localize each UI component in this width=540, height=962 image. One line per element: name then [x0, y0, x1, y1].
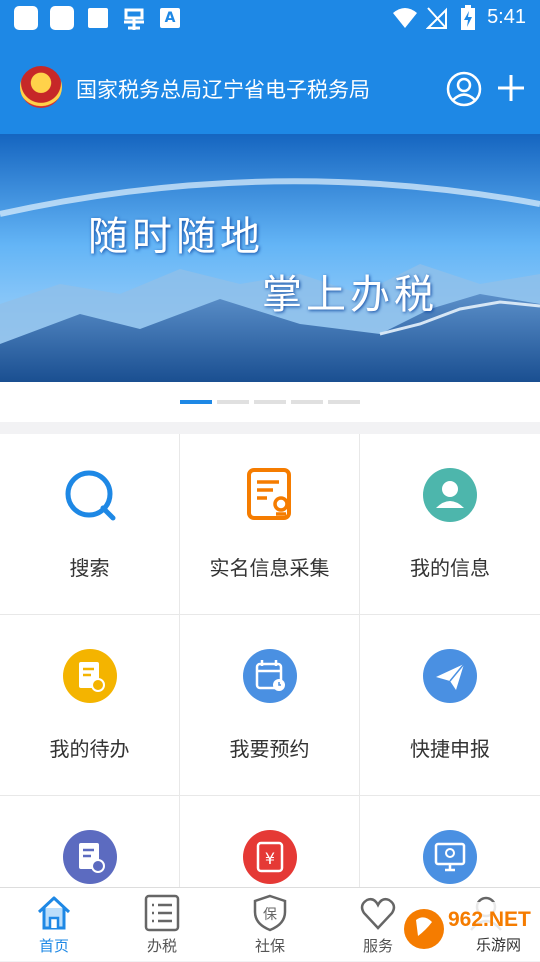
page-title: 国家税务总局辽宁省电子税务局 — [76, 78, 370, 102]
grid-item-invoice[interactable]: ¥ — [180, 796, 360, 887]
tax-emblem-icon — [20, 66, 62, 108]
grid-item-label: 快捷申报 — [410, 737, 490, 761]
app-icon: A — [160, 8, 180, 28]
heart-icon — [360, 897, 396, 930]
grid-item-my-todo[interactable]: 我的待办 — [0, 615, 180, 796]
wifi-icon — [393, 8, 417, 28]
watermark-sub: 乐游网 — [476, 936, 522, 954]
grid-item-real-name[interactable]: 实名信息采集 — [180, 434, 360, 615]
send-icon — [423, 649, 477, 703]
promo-banner[interactable]: 随时随地 掌上办税 — [0, 134, 540, 382]
svg-text:保: 保 — [263, 907, 277, 923]
watermark-logo: 962.NET 乐游网 — [398, 900, 540, 958]
clock: 5:41 — [487, 6, 526, 28]
watermark-brand: 962.NET — [448, 908, 531, 931]
grid-item-monitor[interactable] — [360, 796, 540, 887]
user-icon — [423, 468, 477, 522]
yen-ticket-icon: ¥ — [243, 830, 297, 884]
carousel-dot — [291, 400, 323, 404]
monitor-search-icon — [423, 830, 477, 884]
grid-item-my-info[interactable]: 我的信息 — [360, 434, 540, 615]
banner-line-2: 掌上办税 — [262, 272, 438, 318]
bug-icon — [124, 8, 144, 30]
banner-line-1: 随时随地 — [88, 214, 264, 260]
banner-image — [0, 134, 540, 382]
svg-text:¥: ¥ — [265, 849, 275, 868]
calendar-icon — [243, 649, 297, 703]
app-header: 国家税务总局辽宁省电子税务局 — [0, 36, 540, 134]
notification-icon — [50, 6, 74, 30]
carousel-dot-active — [180, 400, 212, 404]
grid-item-label: 实名信息采集 — [209, 556, 330, 580]
user-icon[interactable] — [446, 71, 482, 107]
carousel-dot — [254, 400, 286, 404]
tab-tax[interactable]: 办税 — [108, 888, 216, 961]
document-edit-icon — [63, 830, 117, 884]
tab-label: 社保 — [254, 937, 285, 955]
tab-home[interactable]: 首页 — [0, 888, 108, 961]
tab-social-security[interactable]: 保 社保 — [216, 888, 324, 961]
grid-item-label: 我要预约 — [229, 737, 310, 761]
status-bar: A 5:41 — [0, 0, 540, 36]
grid-item-search[interactable]: 搜索 — [0, 434, 180, 615]
list-icon — [144, 894, 180, 932]
notification-icon — [88, 8, 108, 28]
tab-label: 首页 — [38, 937, 69, 955]
id-card-icon — [247, 468, 291, 520]
tab-label: 办税 — [146, 937, 177, 955]
grid-item-label: 我的信息 — [410, 556, 490, 580]
grid-item-document[interactable] — [0, 796, 180, 887]
plus-icon[interactable] — [496, 73, 526, 103]
function-grid: 搜索 实名信息采集 我的信息 我的待办 我要预约 快捷申报 ¥ — [0, 434, 540, 887]
notification-icon — [14, 6, 38, 30]
grid-item-label: 我的待办 — [49, 737, 130, 761]
grid-item-appointment[interactable]: 我要预约 — [180, 615, 360, 796]
carousel-indicator — [0, 382, 540, 422]
todo-icon — [63, 649, 117, 703]
grid-item-label: 搜索 — [69, 556, 110, 580]
grid-item-quick-declare[interactable]: 快捷申报 — [360, 615, 540, 796]
battery-charging-icon — [461, 5, 475, 30]
search-icon — [65, 470, 116, 521]
carousel-dot — [328, 400, 360, 404]
no-signal-icon — [426, 7, 447, 29]
carousel-dot — [217, 400, 249, 404]
shield-icon: 保 — [253, 894, 287, 932]
home-icon — [37, 896, 71, 930]
